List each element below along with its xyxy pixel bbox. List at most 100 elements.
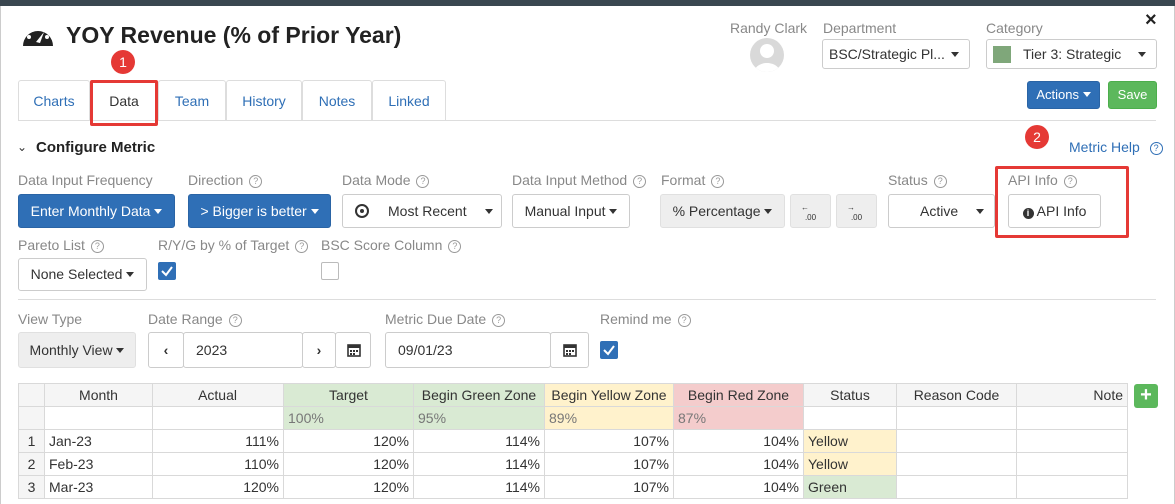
- next-year-button[interactable]: ›: [302, 332, 336, 368]
- frequency-dropdown[interactable]: Enter Monthly Data: [18, 194, 175, 228]
- api-info-button[interactable]: i API Info: [1008, 194, 1101, 228]
- help-icon[interactable]: ?: [492, 314, 506, 327]
- actions-button[interactable]: Actions: [1027, 81, 1100, 109]
- save-button[interactable]: Save: [1108, 81, 1157, 109]
- col-header-reason-code[interactable]: Reason Code: [896, 383, 1017, 407]
- col-header-target[interactable]: Target: [283, 383, 414, 407]
- api-info-button-label: API Info: [1036, 203, 1087, 219]
- table-cell[interactable]: [896, 406, 1017, 430]
- tab-team[interactable]: Team: [158, 80, 226, 120]
- yellow-zone-cell[interactable]: 107%: [544, 475, 674, 499]
- remind-label: Remind me?: [600, 311, 691, 327]
- callout-badge-1: 1: [111, 50, 135, 74]
- yellow-default[interactable]: 89%: [544, 406, 674, 430]
- calendar-button[interactable]: [335, 332, 371, 368]
- avatar: [750, 38, 784, 72]
- bsc-checkbox[interactable]: [321, 262, 339, 280]
- help-icon[interactable]: ?: [677, 314, 691, 327]
- reason-code-cell[interactable]: [896, 429, 1017, 453]
- help-icon[interactable]: ?: [228, 314, 242, 327]
- chevron-down-icon: [126, 272, 135, 277]
- status-dropdown[interactable]: Active: [888, 194, 995, 228]
- help-icon[interactable]: ?: [249, 175, 263, 188]
- yellow-zone-cell[interactable]: 107%: [544, 452, 674, 476]
- yellow-zone-cell[interactable]: 107%: [544, 429, 674, 453]
- target-cell[interactable]: 120%: [283, 452, 414, 476]
- input-method-value: Manual Input: [524, 203, 606, 219]
- red-zone-cell[interactable]: 104%: [673, 429, 804, 453]
- note-cell[interactable]: [1016, 452, 1128, 476]
- help-icon[interactable]: ?: [295, 240, 309, 253]
- month-cell[interactable]: Feb-23: [44, 452, 153, 476]
- help-icon[interactable]: ?: [933, 175, 947, 188]
- col-header-begin-yellow[interactable]: Begin Yellow Zone: [544, 383, 674, 407]
- help-icon[interactable]: ?: [711, 175, 725, 188]
- col-header-begin-red[interactable]: Begin Red Zone: [673, 383, 804, 407]
- pareto-dropdown[interactable]: None Selected: [18, 258, 147, 291]
- tab-history[interactable]: History: [226, 80, 302, 120]
- col-header-note[interactable]: Note: [1016, 383, 1128, 407]
- tab-linked[interactable]: Linked: [372, 80, 446, 120]
- green-default[interactable]: 95%: [413, 406, 545, 430]
- red-zone-cell[interactable]: 104%: [673, 452, 804, 476]
- tab-charts[interactable]: Charts: [18, 80, 90, 120]
- input-method-dropdown[interactable]: Manual Input: [512, 194, 630, 228]
- view-type-dropdown[interactable]: Monthly View: [18, 332, 136, 368]
- direction-dropdown[interactable]: > Bigger is better: [188, 194, 331, 228]
- table-cell[interactable]: [152, 406, 284, 430]
- ryg-checkbox[interactable]: [158, 262, 176, 280]
- reason-code-cell[interactable]: [896, 452, 1017, 476]
- actual-cell[interactable]: 110%: [152, 452, 284, 476]
- decrease-decimals-button[interactable]: ← .00: [790, 194, 831, 228]
- note-cell[interactable]: [1016, 475, 1128, 499]
- status-cell[interactable]: Green: [803, 475, 897, 499]
- metric-help-link[interactable]: Metric Help ?: [1069, 139, 1163, 155]
- col-header-begin-green[interactable]: Begin Green Zone: [413, 383, 545, 407]
- red-zone-cell[interactable]: 104%: [673, 475, 804, 499]
- configure-metric-heading[interactable]: Configure Metric: [36, 139, 155, 156]
- add-row-button[interactable]: +: [1134, 384, 1158, 408]
- chevron-down-icon[interactable]: ⌄: [17, 140, 27, 154]
- help-icon[interactable]: ?: [90, 240, 104, 253]
- note-cell[interactable]: [1016, 429, 1128, 453]
- data-mode-dropdown[interactable]: Most Recent: [342, 194, 502, 228]
- actual-cell[interactable]: 111%: [152, 429, 284, 453]
- status-cell[interactable]: Yellow: [803, 452, 897, 476]
- help-icon[interactable]: ?: [416, 175, 430, 188]
- target-default[interactable]: 100%: [283, 406, 414, 430]
- help-icon[interactable]: ?: [633, 175, 647, 188]
- table-cell[interactable]: [44, 406, 153, 430]
- status-cell[interactable]: Yellow: [803, 429, 897, 453]
- target-cell[interactable]: 120%: [283, 475, 414, 499]
- table-cell[interactable]: [803, 406, 897, 430]
- help-icon[interactable]: ?: [1063, 175, 1077, 188]
- due-date-calendar-button[interactable]: [550, 332, 589, 368]
- red-default[interactable]: 87%: [673, 406, 804, 430]
- tab-notes[interactable]: Notes: [302, 80, 372, 120]
- due-date-input[interactable]: 09/01/23: [385, 332, 551, 368]
- chevron-down-icon: [1082, 92, 1091, 97]
- increase-decimals-button[interactable]: → .00: [836, 194, 877, 228]
- col-header-actual[interactable]: Actual: [152, 383, 284, 407]
- green-zone-cell[interactable]: 114%: [413, 429, 545, 453]
- month-cell[interactable]: Jan-23: [44, 429, 153, 453]
- prev-year-button[interactable]: ‹: [148, 332, 184, 368]
- green-zone-cell[interactable]: 114%: [413, 475, 545, 499]
- col-header-status[interactable]: Status: [803, 383, 897, 407]
- format-dropdown[interactable]: % Percentage: [660, 194, 785, 228]
- target-cell[interactable]: 120%: [283, 429, 414, 453]
- chevron-down-icon: [1138, 52, 1146, 57]
- month-cell[interactable]: Mar-23: [44, 475, 153, 499]
- date-range-input[interactable]: 2023: [183, 332, 303, 368]
- close-icon[interactable]: ×: [1145, 9, 1157, 32]
- col-header-month[interactable]: Month: [44, 383, 153, 407]
- reason-code-cell[interactable]: [896, 475, 1017, 499]
- help-icon[interactable]: ?: [448, 240, 462, 253]
- green-zone-cell[interactable]: 114%: [413, 452, 545, 476]
- checkmark-icon: [161, 266, 173, 277]
- remind-checkbox[interactable]: [600, 341, 618, 359]
- actual-cell[interactable]: 120%: [152, 475, 284, 499]
- table-cell[interactable]: [1016, 406, 1128, 430]
- department-select[interactable]: BSC/Strategic Pl...: [822, 39, 970, 69]
- category-select[interactable]: Tier 3: Strategic: [986, 39, 1157, 69]
